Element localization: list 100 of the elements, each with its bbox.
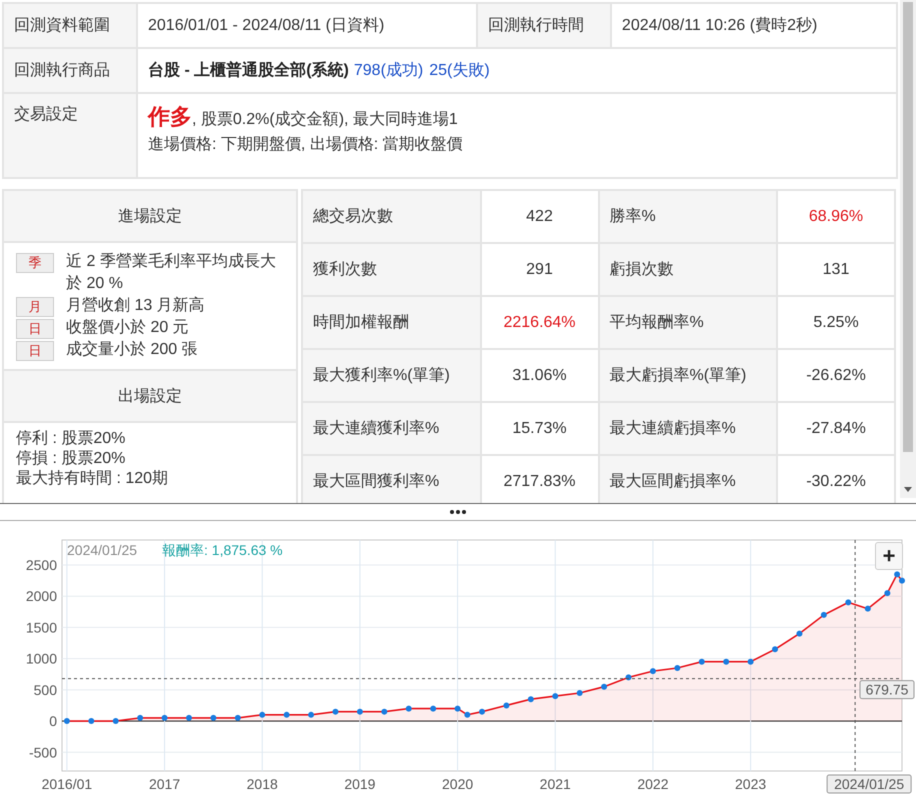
- data-point: [552, 693, 558, 700]
- condition-text: 近 2 季營業毛利率平均成長大於 20 %: [66, 252, 277, 294]
- x-tick-label: 2023: [735, 776, 766, 792]
- stat-label: 時間加權報酬: [302, 296, 480, 349]
- y-tick-label: 0: [49, 713, 57, 730]
- data-point: [284, 712, 290, 718]
- y-tick-label: 1500: [26, 619, 57, 636]
- data-point: [259, 712, 266, 718]
- data-point: [406, 706, 412, 712]
- data-point: [674, 664, 680, 671]
- y-tick-label: 2500: [26, 556, 57, 573]
- scroll-down-icon[interactable]: [904, 487, 912, 492]
- data-point: [308, 712, 314, 718]
- stat-value: 15.73%: [480, 402, 598, 455]
- data-point: [748, 658, 754, 665]
- stat-label: 總交易次數: [302, 190, 480, 243]
- data-point: [601, 684, 608, 690]
- stat-value: 2216.64%: [480, 296, 598, 349]
- result-link[interactable]: 25(失敗): [429, 62, 490, 79]
- data-point: [210, 714, 216, 721]
- data-point: [112, 718, 119, 724]
- condition-text: 收盤價小於 20 元: [66, 318, 189, 338]
- data-point: [332, 708, 338, 715]
- data-point: [454, 706, 461, 712]
- x-tick-label: 2021: [540, 776, 571, 792]
- x-tick-label: 2020: [442, 776, 474, 792]
- field-label: 交易設定: [3, 93, 137, 178]
- stat-label: 虧損次數: [598, 243, 777, 296]
- data-point: [626, 674, 632, 680]
- data-point: [356, 708, 363, 715]
- stat-label: 最大區間虧損率%: [598, 455, 777, 503]
- exit-rule: 停損 : 股票20%: [16, 449, 126, 469]
- data-point: [772, 646, 778, 652]
- product-name: 台股 - 上櫃普通股全部(系統): [148, 62, 349, 79]
- trade-direction: 作多: [148, 104, 192, 129]
- y-tick-label: -500: [28, 744, 57, 760]
- data-point: [528, 696, 534, 702]
- data-point: [698, 658, 705, 665]
- section-header: 出場設定: [4, 371, 296, 423]
- y-tick-label: 2000: [26, 588, 57, 604]
- tooltip-value: 報酬率: 1,875.63 %: [162, 542, 283, 558]
- stat-value: 291: [480, 243, 598, 296]
- result-link[interactable]: 798(成功): [354, 62, 424, 79]
- data-point: [650, 668, 656, 674]
- y-tick-label: 1000: [26, 650, 57, 667]
- period-tag: 日: [16, 319, 54, 339]
- zoom-button[interactable]: +: [875, 542, 903, 570]
- data-point: [796, 630, 802, 637]
- data-point: [137, 714, 144, 721]
- data-point: [430, 706, 436, 712]
- grip-icon[interactable]: [450, 510, 466, 514]
- stat-label: 最大虧損率%(單筆): [598, 349, 777, 402]
- data-point: [162, 714, 168, 721]
- exit-rule: 停利 : 股票20%: [16, 429, 126, 449]
- stat-value: 5.25%: [777, 296, 895, 349]
- x-tick-label: 2022: [637, 776, 668, 792]
- data-point: [845, 599, 852, 606]
- tooltip-date: 2024/01/25: [67, 542, 138, 558]
- stat-value: -27.84%: [777, 402, 895, 455]
- stat-value: -26.62%: [777, 349, 895, 402]
- x-tick-label: 2017: [148, 776, 180, 792]
- data-point: [576, 690, 583, 696]
- stat-label: 最大區間獲利率%: [302, 455, 480, 503]
- data-point: [234, 714, 241, 721]
- condition-text: 月營收創 13 月新高: [66, 296, 205, 316]
- stat-value: 31.06%: [480, 349, 598, 402]
- period-tag: 季: [16, 253, 54, 273]
- stat-label: 獲利次數: [302, 243, 480, 296]
- stat-label: 平均報酬率%: [598, 296, 777, 349]
- stat-label: 勝率%: [598, 190, 777, 243]
- data-point: [186, 714, 192, 721]
- data-point: [503, 702, 510, 708]
- x-value-label: 2024/01/25: [826, 774, 912, 794]
- field-label: 回測執行商品: [3, 48, 137, 93]
- data-point: [381, 708, 388, 715]
- exit-rule: 最大持有時間 : 120期: [16, 469, 170, 489]
- y-value-label: 679.75: [860, 680, 914, 700]
- x-tick-label: 2019: [344, 776, 376, 792]
- period-tag: 日: [16, 341, 54, 361]
- stat-label: 最大獲利率%(單筆): [302, 349, 480, 402]
- data-point: [88, 718, 94, 724]
- x-tick-label: 2018: [246, 776, 278, 792]
- setting-text: 進場價格: 下期開盤價, 出場價格: 當期收盤價: [148, 136, 463, 153]
- data-point: [723, 658, 730, 665]
- data-point: [820, 612, 827, 618]
- field-value: 2016/01/01 - 2024/08/11 (日資料): [137, 3, 477, 48]
- stat-value: 422: [480, 190, 598, 243]
- data-point: [479, 708, 485, 715]
- field-value: 2024/08/11 10:26 (費時2秒): [610, 3, 897, 48]
- condition-text: 成交量小於 200 張: [66, 340, 198, 360]
- field-label: 回測執行時間: [476, 3, 611, 48]
- section-header: 進場設定: [4, 191, 296, 243]
- x-tick-label: 2016/01: [42, 776, 92, 792]
- scrollbar[interactable]: [900, 0, 916, 498]
- data-point: [64, 718, 70, 724]
- data-point: [884, 590, 890, 596]
- y-tick-label: 500: [34, 682, 57, 698]
- data-point: [864, 606, 871, 612]
- stat-value: 131: [777, 243, 895, 296]
- period-tag: 月: [16, 297, 54, 317]
